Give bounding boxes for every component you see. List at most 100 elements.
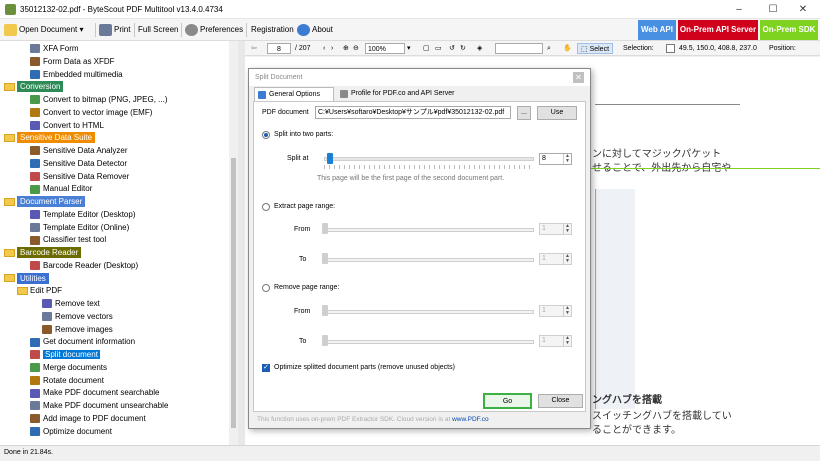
split-at-slider[interactable] <box>324 157 534 161</box>
on-prem-sdk-button[interactable]: On-Prem SDK <box>760 20 818 40</box>
extract-from-slider[interactable] <box>324 228 534 232</box>
tree-category[interactable]: Barcode Reader <box>4 247 82 259</box>
eraser-icon[interactable]: ◈ <box>477 43 482 54</box>
tree-item[interactable]: Merge documents <box>30 362 107 374</box>
folder-icon <box>4 134 15 143</box>
remove-to-spinner[interactable]: 1 ▲ ▼ <box>539 335 572 347</box>
select-tool-button[interactable]: ⬚ Select <box>577 43 614 54</box>
tree-item[interactable]: Make PDF document unsearchable <box>30 400 168 412</box>
split-at-spinner[interactable]: 8 ▲ ▼ <box>539 153 572 165</box>
split-two-parts-radio[interactable] <box>262 131 270 139</box>
tree-item[interactable]: Sensitive Data Remover <box>30 171 129 183</box>
tree-scrollbar[interactable] <box>229 41 238 445</box>
web-api-button[interactable]: Web API <box>638 20 676 40</box>
hand-tool-icon[interactable]: ✋ <box>563 43 572 54</box>
extract-range-radio[interactable] <box>262 203 270 211</box>
remove-range-radio[interactable] <box>262 284 270 292</box>
remove-from-thumb[interactable] <box>322 305 328 316</box>
tree-item[interactable]: Barcode Reader (Desktop) <box>30 260 138 272</box>
document-text-line: ることができます。 <box>592 425 681 436</box>
registration-button[interactable]: Registration <box>251 23 294 37</box>
tree-item[interactable]: Convert to bitmap (PNG, JPEG, ...) <box>30 94 167 106</box>
zoom-out-icon[interactable]: ⊖ <box>353 43 359 54</box>
tree-item[interactable]: Embedded multimedia <box>30 69 123 81</box>
remove-to-slider[interactable] <box>324 340 534 344</box>
zoom-select[interactable]: 100% <box>365 43 405 54</box>
tree-item[interactable]: Split document <box>30 349 100 361</box>
tree-item[interactable]: Remove text <box>42 298 100 310</box>
rotate-left-icon[interactable]: ↺ <box>449 43 455 54</box>
extract-to-spinner[interactable]: 1 ▲ ▼ <box>539 253 572 265</box>
tree-item[interactable]: Remove vectors <box>42 311 113 323</box>
tab-profile[interactable]: Profile for PDF.co and API Server <box>337 87 487 101</box>
tree-item-label: Sensitive Data Detector <box>43 158 128 168</box>
tree-item[interactable]: Form Data as XFDF <box>30 56 115 68</box>
viewer-splitter[interactable] <box>238 41 245 445</box>
back-icon[interactable]: ⇦ <box>251 43 257 54</box>
tree-category[interactable]: Utilities <box>4 272 49 285</box>
on-prem-api-server-button[interactable]: On-Prem API Server <box>678 20 758 40</box>
split-at-label: Split at <box>287 155 309 162</box>
close-window-button[interactable]: ✕ <box>786 0 820 19</box>
template-online-icon <box>30 222 40 232</box>
fit-page-icon[interactable]: ▢ <box>423 43 430 54</box>
maximize-button[interactable]: ☐ <box>756 0 790 19</box>
unsearchable-icon <box>30 401 40 411</box>
search-input[interactable] <box>495 43 543 54</box>
preferences-button[interactable]: Preferences <box>185 23 243 37</box>
tree-item[interactable]: Manual Editor <box>30 183 92 195</box>
extract-from-spinner[interactable]: 1 ▲ ▼ <box>539 223 572 235</box>
next-page-icon[interactable]: › <box>331 43 333 54</box>
tree-category[interactable]: Document Parser <box>4 196 86 208</box>
extract-to-thumb[interactable] <box>322 253 328 264</box>
pdf-document-input[interactable]: C:¥Users¥softaro¥Desktop¥サンプル¥pdf¥350121… <box>315 106 511 119</box>
tree-item[interactable]: Remove images <box>42 324 113 336</box>
tree-category[interactable]: Conversion <box>4 81 64 93</box>
tree-item[interactable]: XFA Form <box>30 43 79 55</box>
tree-category[interactable]: Sensitive Data Suite <box>4 132 96 144</box>
dialog-close-icon[interactable]: ✕ <box>573 72 584 83</box>
split-at-slider-thumb[interactable] <box>327 153 333 164</box>
optimize-checkbox[interactable]: ✓ <box>262 364 270 372</box>
about-button[interactable]: About <box>297 23 333 37</box>
tree-folder[interactable]: Edit PDF <box>17 285 62 297</box>
tree-item[interactable]: Sensitive Data Analyzer <box>30 145 128 157</box>
extract-to-slider[interactable] <box>324 258 534 262</box>
go-button[interactable]: Go <box>483 393 532 409</box>
tree-item[interactable]: Convert to vector image (EMF) <box>30 107 152 119</box>
find-icon[interactable]: ⌕ <box>547 43 551 54</box>
tree-item[interactable]: Add image to PDF document <box>30 413 146 425</box>
tree-item[interactable]: Convert to HTML <box>30 120 104 132</box>
position-label: Position: <box>769 45 796 52</box>
selection-checkbox[interactable] <box>666 44 675 53</box>
page-number-input[interactable]: 8 <box>267 43 291 54</box>
tree-item[interactable]: Make PDF document searchable <box>30 387 160 399</box>
prev-page-icon[interactable]: ‹ <box>323 43 325 54</box>
tab-general-options[interactable]: General Options <box>254 87 334 102</box>
browse-button[interactable]: ... <box>517 106 531 120</box>
close-button[interactable]: Close <box>538 394 583 408</box>
fit-width-icon[interactable]: ▭ <box>435 43 442 54</box>
pdf-co-link[interactable]: www.PDF.co <box>452 416 488 423</box>
extract-from-thumb[interactable] <box>322 223 328 234</box>
tree-item[interactable]: Template Editor (Desktop) <box>30 209 135 221</box>
tree-item[interactable]: Get document information <box>30 336 135 348</box>
minimize-button[interactable]: – <box>722 0 756 19</box>
use-button[interactable]: Use <box>537 106 577 120</box>
tree-item-label: Convert to bitmap (PNG, JPEG, ...) <box>43 95 168 104</box>
rotate-right-icon[interactable]: ↻ <box>460 43 466 54</box>
remove-from-slider[interactable] <box>324 310 534 314</box>
print-button[interactable]: Print <box>99 23 130 37</box>
split-at-ticks <box>324 165 534 169</box>
open-document-button[interactable]: Open Document ▾ <box>4 23 84 37</box>
tree-item[interactable]: Optimize document <box>30 426 112 438</box>
tree-item[interactable]: Template Editor (Online) <box>30 222 129 234</box>
remove-to-thumb[interactable] <box>322 335 328 346</box>
zoom-dropdown-icon[interactable]: ▾ <box>407 43 411 54</box>
tree-item[interactable]: Sensitive Data Detector <box>30 158 127 170</box>
tree-item[interactable]: Classifier test tool <box>30 234 106 246</box>
remove-from-spinner[interactable]: 1 ▲ ▼ <box>539 305 572 317</box>
tree-item[interactable]: Rotate document <box>30 375 104 387</box>
full-screen-button[interactable]: Full Screen <box>138 23 178 37</box>
zoom-in-icon[interactable]: ⊕ <box>343 43 349 54</box>
